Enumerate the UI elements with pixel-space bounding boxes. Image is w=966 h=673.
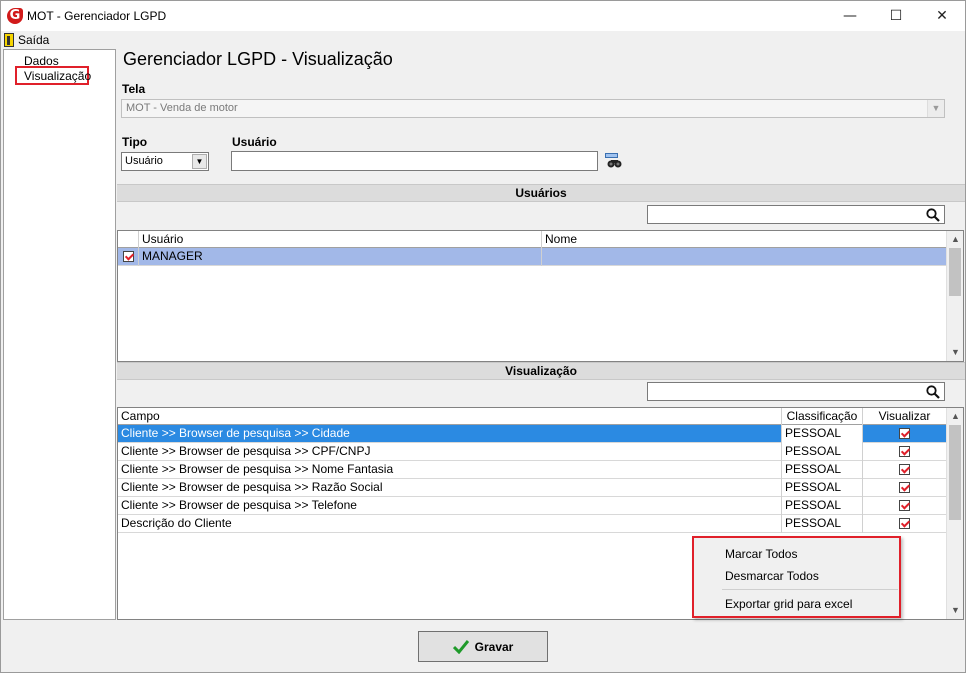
scroll-down-icon[interactable]: ▼: [947, 344, 963, 361]
tipo-label: Tipo: [122, 135, 148, 149]
app-logo-icon: G: [7, 8, 23, 24]
green-check-icon: [452, 639, 469, 654]
cell-campo: Cliente >> Browser de pesquisa >> Nome F…: [118, 461, 782, 479]
exit-door-icon: [4, 32, 14, 47]
visualizar-checkbox[interactable]: [899, 446, 910, 458]
visualizar-checkbox[interactable]: [899, 500, 910, 512]
menu-item-exportar-excel[interactable]: Exportar grid para excel: [725, 597, 852, 611]
visualizar-checkbox[interactable]: [899, 428, 910, 440]
visualizacao-grid-scrollbar[interactable]: ▲ ▼: [946, 408, 963, 619]
header-check-column: [118, 231, 139, 249]
usuarios-section-header: Usuários: [117, 184, 965, 202]
table-row[interactable]: Cliente >> Browser de pesquisa >> Nome F…: [118, 461, 947, 479]
visualizar-checkbox[interactable]: [899, 464, 910, 476]
cell-classificacao: PESSOAL: [782, 443, 863, 461]
scroll-up-icon[interactable]: ▲: [947, 408, 963, 425]
row-check-cell[interactable]: [118, 248, 139, 266]
cell-campo: Cliente >> Browser de pesquisa >> CPF/CN…: [118, 443, 782, 461]
save-button-label: Gravar: [474, 639, 514, 654]
cell-visualizar[interactable]: [863, 461, 947, 479]
cell-visualizar[interactable]: [863, 425, 947, 443]
cell-usuario: MANAGER: [139, 248, 542, 266]
binoculars-search-icon[interactable]: [605, 153, 623, 169]
cell-visualizar[interactable]: [863, 443, 947, 461]
cell-classificacao: PESSOAL: [782, 425, 863, 443]
usuario-label: Usuário: [232, 135, 277, 149]
column-header-nome[interactable]: Nome: [542, 231, 947, 249]
menu-item-marcar-todos[interactable]: Marcar Todos: [725, 547, 797, 561]
menu-saida[interactable]: Saída: [4, 32, 49, 47]
cell-campo: Cliente >> Browser de pesquisa >> Cidade: [118, 425, 782, 443]
row-checkbox[interactable]: [122, 251, 134, 263]
column-header-classificacao[interactable]: Classificação: [782, 408, 863, 426]
menu-separator: [722, 589, 898, 590]
table-row[interactable]: MANAGER: [118, 248, 947, 266]
scroll-thumb[interactable]: [949, 248, 961, 296]
minimize-button[interactable]: —: [827, 1, 873, 31]
tela-label: Tela: [122, 82, 146, 96]
menu-item-desmarcar-todos[interactable]: Desmarcar Todos: [725, 569, 819, 583]
visualizacao-grid-header: Campo Classificação Visualizar: [118, 408, 947, 426]
title-bar: G MOT - Gerenciador LGPD — ☐ ✕: [1, 1, 965, 31]
cell-visualizar[interactable]: [863, 479, 947, 497]
cell-visualizar[interactable]: [863, 515, 947, 533]
scroll-thumb[interactable]: [949, 425, 961, 520]
grid-context-menu: Marcar Todos Desmarcar Todos Exportar gr…: [692, 536, 901, 618]
cell-classificacao: PESSOAL: [782, 515, 863, 533]
sidebar-item-visualizacao[interactable]: Visualização: [24, 69, 91, 83]
menu-bar: Saída: [1, 31, 965, 48]
cell-campo: Cliente >> Browser de pesquisa >> Razão …: [118, 479, 782, 497]
cell-classificacao: PESSOAL: [782, 497, 863, 515]
table-row[interactable]: Cliente >> Browser de pesquisa >> Cidade…: [118, 425, 947, 443]
table-row[interactable]: Cliente >> Browser de pesquisa >> Razão …: [118, 479, 947, 497]
page-title: Gerenciador LGPD - Visualização: [123, 49, 393, 69]
usuarios-grid-header: Usuário Nome: [118, 231, 947, 249]
visualizar-checkbox[interactable]: [899, 482, 910, 494]
visualizacao-search-input[interactable]: [647, 382, 945, 401]
menu-saida-label: Saída: [18, 32, 50, 47]
usuarios-grid: Usuário Nome MANAGER ▲ ▼: [117, 230, 964, 362]
tipo-select[interactable]: Usuário ▼: [121, 152, 209, 171]
cell-visualizar[interactable]: [863, 497, 947, 515]
tipo-select-value: Usuário: [125, 155, 163, 167]
window-title: MOT - Gerenciador LGPD: [27, 9, 167, 23]
close-button[interactable]: ✕: [919, 1, 965, 31]
cell-classificacao: PESSOAL: [782, 461, 863, 479]
column-header-visualizar[interactable]: Visualizar: [863, 408, 947, 426]
visualizacao-section-header: Visualização: [117, 362, 965, 380]
search-icon[interactable]: [926, 208, 940, 222]
usuarios-search-input[interactable]: [647, 205, 945, 224]
cell-classificacao: PESSOAL: [782, 479, 863, 497]
table-row[interactable]: Cliente >> Browser de pesquisa >> CPF/CN…: [118, 443, 947, 461]
sidebar: Dados Visualização: [3, 49, 116, 620]
cell-nome: [542, 248, 947, 266]
search-icon[interactable]: [926, 385, 940, 399]
scroll-up-icon[interactable]: ▲: [947, 231, 963, 248]
column-header-usuario[interactable]: Usuário: [139, 231, 542, 249]
tela-select-value: MOT - Venda de motor: [126, 102, 238, 114]
tela-select: MOT - Venda de motor ▼: [121, 99, 945, 118]
save-button[interactable]: Gravar: [418, 631, 548, 662]
scroll-down-icon[interactable]: ▼: [947, 602, 963, 619]
usuarios-grid-scrollbar[interactable]: ▲ ▼: [946, 231, 963, 361]
chevron-down-icon[interactable]: ▼: [192, 154, 207, 169]
usuario-input[interactable]: [231, 151, 598, 171]
maximize-button[interactable]: ☐: [873, 1, 919, 31]
table-row[interactable]: Cliente >> Browser de pesquisa >> Telefo…: [118, 497, 947, 515]
column-header-campo[interactable]: Campo: [118, 408, 782, 426]
visualizar-checkbox[interactable]: [899, 518, 910, 530]
table-row[interactable]: Descrição do Cliente PESSOAL: [118, 515, 947, 533]
cell-campo: Cliente >> Browser de pesquisa >> Telefo…: [118, 497, 782, 515]
chevron-down-icon: ▼: [927, 100, 944, 117]
app-window: G MOT - Gerenciador LGPD — ☐ ✕ Saída Dad…: [0, 0, 966, 673]
cell-campo: Descrição do Cliente: [118, 515, 782, 533]
